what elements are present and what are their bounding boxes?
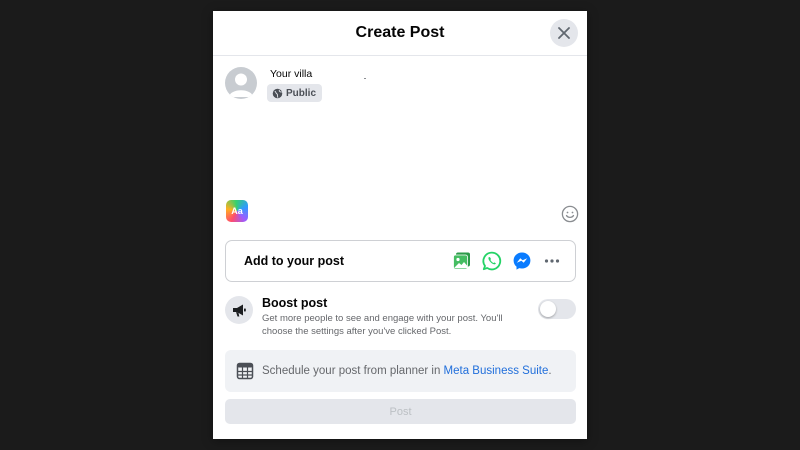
more-options-button[interactable] xyxy=(541,250,563,272)
author-name: Your villa xyxy=(270,68,313,80)
background-picker-button[interactable]: Aa xyxy=(226,200,248,222)
post-button-label: Post xyxy=(389,405,412,418)
dialog-header: Create Post xyxy=(213,11,587,56)
post-button[interactable]: Post xyxy=(225,399,576,424)
meta-business-suite-link[interactable]: Meta Business Suite xyxy=(444,365,549,377)
text-format-label: Aa xyxy=(231,206,243,216)
messenger-button[interactable] xyxy=(511,250,533,272)
emoji-button[interactable] xyxy=(561,205,579,228)
dialog-title: Create Post xyxy=(355,24,445,41)
smiley-icon xyxy=(561,205,579,223)
boost-description: Get more people to see and engage with y… xyxy=(262,313,503,337)
create-post-dialog: Create Post Your villa Public Aa Add to … xyxy=(213,11,587,439)
close-button[interactable] xyxy=(550,19,578,47)
globe-icon xyxy=(272,88,283,98)
author-meta: Your villa Public xyxy=(267,67,323,104)
audience-selector[interactable]: Public xyxy=(267,84,323,102)
whatsapp-icon xyxy=(482,251,502,271)
default-avatar-icon xyxy=(229,73,253,97)
post-author: Your villa Public xyxy=(225,67,323,104)
photo-video-button[interactable] xyxy=(451,250,473,272)
schedule-text: Schedule your post from planner in Meta … xyxy=(262,365,552,377)
photo-video-icon xyxy=(453,252,470,270)
messenger-icon xyxy=(513,252,531,270)
boost-icon-wrapper xyxy=(225,296,253,324)
avatar xyxy=(225,67,257,99)
schedule-text-prefix: Schedule your post from planner in xyxy=(262,365,444,377)
attach-icons xyxy=(443,250,563,272)
boost-toggle[interactable] xyxy=(538,299,576,319)
boost-title: Boost post xyxy=(262,296,328,310)
schedule-notice: Schedule your post from planner in Meta … xyxy=(225,350,576,392)
text-cursor-mark xyxy=(364,78,366,79)
toggle-knob xyxy=(540,301,556,317)
calendar-icon xyxy=(236,362,254,380)
add-to-post-label: Add to your post xyxy=(244,254,344,268)
close-icon xyxy=(558,27,570,39)
whatsapp-button[interactable] xyxy=(481,250,503,272)
megaphone-icon xyxy=(233,304,246,317)
audience-label: Public xyxy=(286,87,317,99)
more-icon xyxy=(544,259,560,263)
schedule-text-suffix: . xyxy=(548,365,552,377)
add-to-post-bar[interactable]: Add to your post xyxy=(225,240,576,282)
